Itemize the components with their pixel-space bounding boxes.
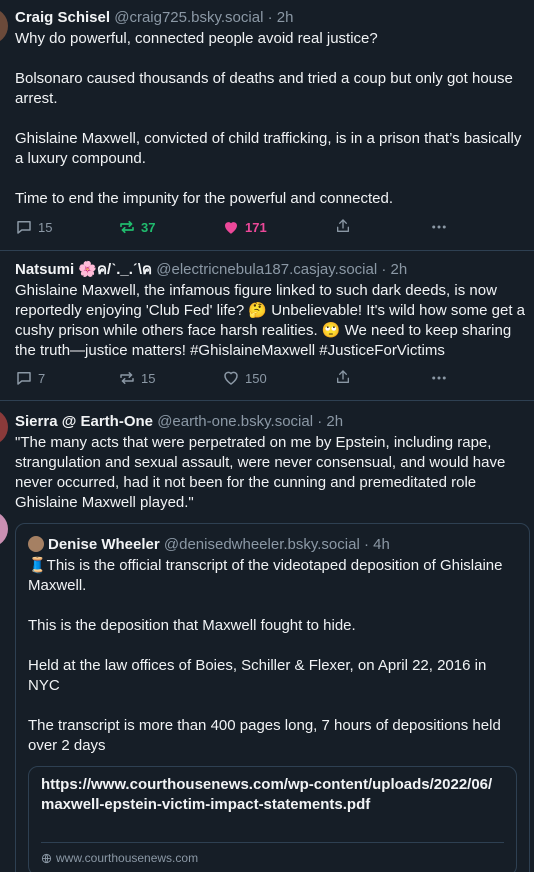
more-icon — [432, 225, 446, 229]
share-icon — [337, 219, 349, 232]
post-time[interactable]: · 2h — [317, 413, 343, 430]
repost-count: 37 — [141, 219, 156, 235]
link-divider — [41, 842, 504, 843]
quoted-post[interactable]: Denise Wheeler @denisedwheeler.bsky.soci… — [15, 523, 530, 872]
reply-count: 15 — [38, 219, 53, 235]
post-text: Why do powerful, connected people avoid … — [15, 30, 522, 207]
post-actions: 7 15 150 — [15, 369, 534, 389]
more-icon — [432, 376, 446, 380]
author-name[interactable]: Natsumi 🌸ค/ˋ._.ˊ\ค — [15, 261, 152, 278]
repost-button[interactable]: 15 — [118, 369, 155, 387]
post-card[interactable]: Sierra @ Earth-One @earth-one.bsky.socia… — [0, 401, 534, 872]
quoted-author-name[interactable]: Denise Wheeler — [48, 536, 160, 553]
author-handle[interactable]: @earth-one.bsky.social — [157, 413, 313, 430]
share-icon — [337, 370, 349, 383]
heart-icon — [224, 371, 238, 385]
share-button[interactable] — [335, 218, 351, 234]
repost-button[interactable]: 37 — [118, 218, 155, 236]
heart-icon — [225, 222, 237, 234]
share-button[interactable] — [335, 369, 351, 385]
reply-button[interactable]: 7 — [15, 369, 45, 387]
like-button[interactable]: 171 — [222, 218, 267, 236]
post-time[interactable]: · 2h — [381, 261, 407, 278]
author-handle[interactable]: @craig725.bsky.social — [114, 9, 263, 26]
quoted-avatar[interactable] — [28, 536, 44, 552]
quoted-post-header: Denise Wheeler @denisedwheeler.bsky.soci… — [28, 535, 519, 555]
post-card[interactable]: Craig Schisel @craig725.bsky.social · 2h… — [0, 0, 534, 251]
post-text: Ghislaine Maxwell, the infamous figure l… — [15, 282, 530, 359]
like-count: 171 — [245, 219, 267, 235]
reply-count: 7 — [38, 370, 46, 386]
post-body: Craig Schisel @craig725.bsky.social · 2h… — [15, 8, 528, 209]
post-body: Natsumi 🌸ค/ˋ._.ˊ\ค @electricnebula187.ca… — [15, 260, 528, 361]
more-button[interactable] — [430, 369, 448, 387]
quoted-post-text: 🧵This is the official transcript of the … — [28, 557, 503, 754]
link-title[interactable]: https://www.courthousenews.com/wp-conten… — [41, 775, 504, 815]
post-body: Sierra @ Earth-One @earth-one.bsky.socia… — [15, 412, 528, 513]
post-header: Craig Schisel @craig725.bsky.social · 2h — [15, 8, 528, 28]
quoted-post-time: · 4h — [363, 536, 390, 553]
link-domain-row: www.courthousenews.com — [41, 851, 198, 865]
quoted-author-handle[interactable]: @denisedwheeler.bsky.social — [164, 536, 360, 553]
author-name[interactable]: Craig Schisel — [15, 9, 110, 26]
post-time[interactable]: · 2h — [268, 9, 294, 26]
like-button[interactable]: 150 — [222, 369, 267, 387]
author-name[interactable]: Sierra @ Earth-One — [15, 413, 153, 430]
post-header: Natsumi 🌸ค/ˋ._.ˊ\ค @electricnebula187.ca… — [15, 260, 528, 280]
post-actions: 15 37 171 — [15, 218, 534, 238]
repost-icon — [120, 372, 134, 384]
post-text: "The many acts that were perpetrated on … — [15, 434, 510, 511]
quoted-post-body: Denise Wheeler @denisedwheeler.bsky.soci… — [28, 535, 519, 756]
feed: Craig Schisel @craig725.bsky.social · 2h… — [0, 0, 534, 872]
reply-icon — [17, 221, 31, 234]
repost-icon — [120, 220, 134, 234]
like-count: 150 — [245, 370, 267, 386]
author-handle[interactable]: @electricnebula187.casjay.social — [156, 261, 377, 278]
avatar[interactable] — [0, 409, 8, 445]
reply-icon — [17, 372, 31, 385]
globe-icon — [41, 853, 52, 863]
post-card[interactable]: Natsumi 🌸ค/ˋ._.ˊ\ค @electricnebula187.ca… — [0, 251, 534, 547]
repost-count: 15 — [141, 370, 156, 386]
post-header: Sierra @ Earth-One @earth-one.bsky.socia… — [15, 412, 528, 432]
more-button[interactable] — [430, 218, 448, 236]
reply-button[interactable]: 15 — [15, 218, 52, 236]
link-card[interactable]: https://www.courthousenews.com/wp-conten… — [28, 766, 517, 872]
link-domain: www.courthousenews.com — [56, 851, 199, 865]
avatar[interactable] — [0, 8, 8, 44]
